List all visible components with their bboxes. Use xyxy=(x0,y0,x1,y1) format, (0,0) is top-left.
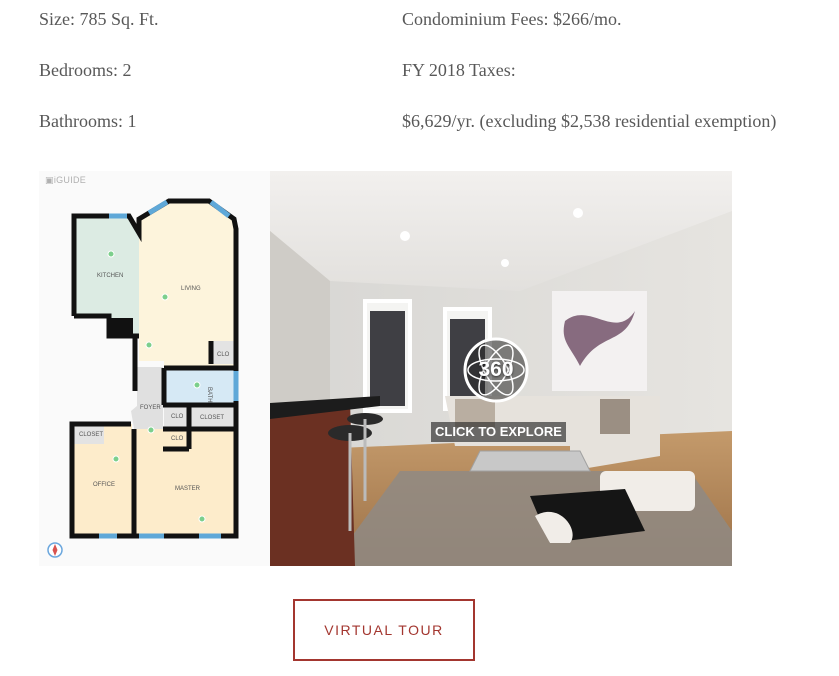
office-label: OFFICE xyxy=(93,482,115,488)
closet-label-right: CLOSET xyxy=(200,415,224,421)
floor-plan[interactable]: ▣iGUIDE KITCHEN LIVING BATH FOYER CLO CL… xyxy=(39,171,270,566)
floor-plan-drawing: KITCHEN LIVING BATH FOYER CLO CLO CLO CL… xyxy=(47,198,239,558)
compass-icon[interactable] xyxy=(47,542,63,558)
clo-label-3: CLO xyxy=(217,352,230,358)
iguide-logo: ▣iGUIDE xyxy=(45,175,86,186)
master-room xyxy=(134,429,234,536)
bedrooms-fact: Bedrooms: 2 xyxy=(39,60,132,80)
virtual-tour-button[interactable]: VIRTUAL TOUR xyxy=(293,599,475,661)
clo-label-2: CLO xyxy=(171,436,184,442)
kitchen-label: KITCHEN xyxy=(97,273,123,279)
bathrooms-fact: Bathrooms: 1 xyxy=(39,111,137,131)
living-label: LIVING xyxy=(181,286,201,292)
condo-fees-fact: Condominium Fees: $266/mo. xyxy=(402,9,622,29)
iguide-brand: iGUIDE xyxy=(53,175,87,185)
taxes-value: $6,629/yr. (excluding $2,538 residential… xyxy=(402,111,777,131)
360-badge[interactable]: 360 xyxy=(462,336,530,404)
click-to-explore-label[interactable]: CLICK TO EXPLORE xyxy=(431,422,566,442)
360-text: 360 xyxy=(478,358,514,381)
foyer-label: FOYER xyxy=(140,405,161,411)
panorama-photo[interactable]: 360 CLICK TO EXPLORE xyxy=(270,171,732,566)
closet-label-left: CLOSET xyxy=(79,432,103,438)
bath-label: BATH xyxy=(206,387,212,403)
virtual-tour-widget[interactable]: ▣iGUIDE KITCHEN LIVING BATH FOYER CLO CL… xyxy=(39,171,732,566)
clo-label-1: CLO xyxy=(171,414,184,420)
size-fact: Size: 785 Sq. Ft. xyxy=(39,9,159,29)
taxes-label: FY 2018 Taxes: xyxy=(402,60,516,80)
master-label: MASTER xyxy=(175,486,201,492)
kitchen-counter xyxy=(109,318,133,336)
iguide-icon: ▣ xyxy=(45,175,54,185)
